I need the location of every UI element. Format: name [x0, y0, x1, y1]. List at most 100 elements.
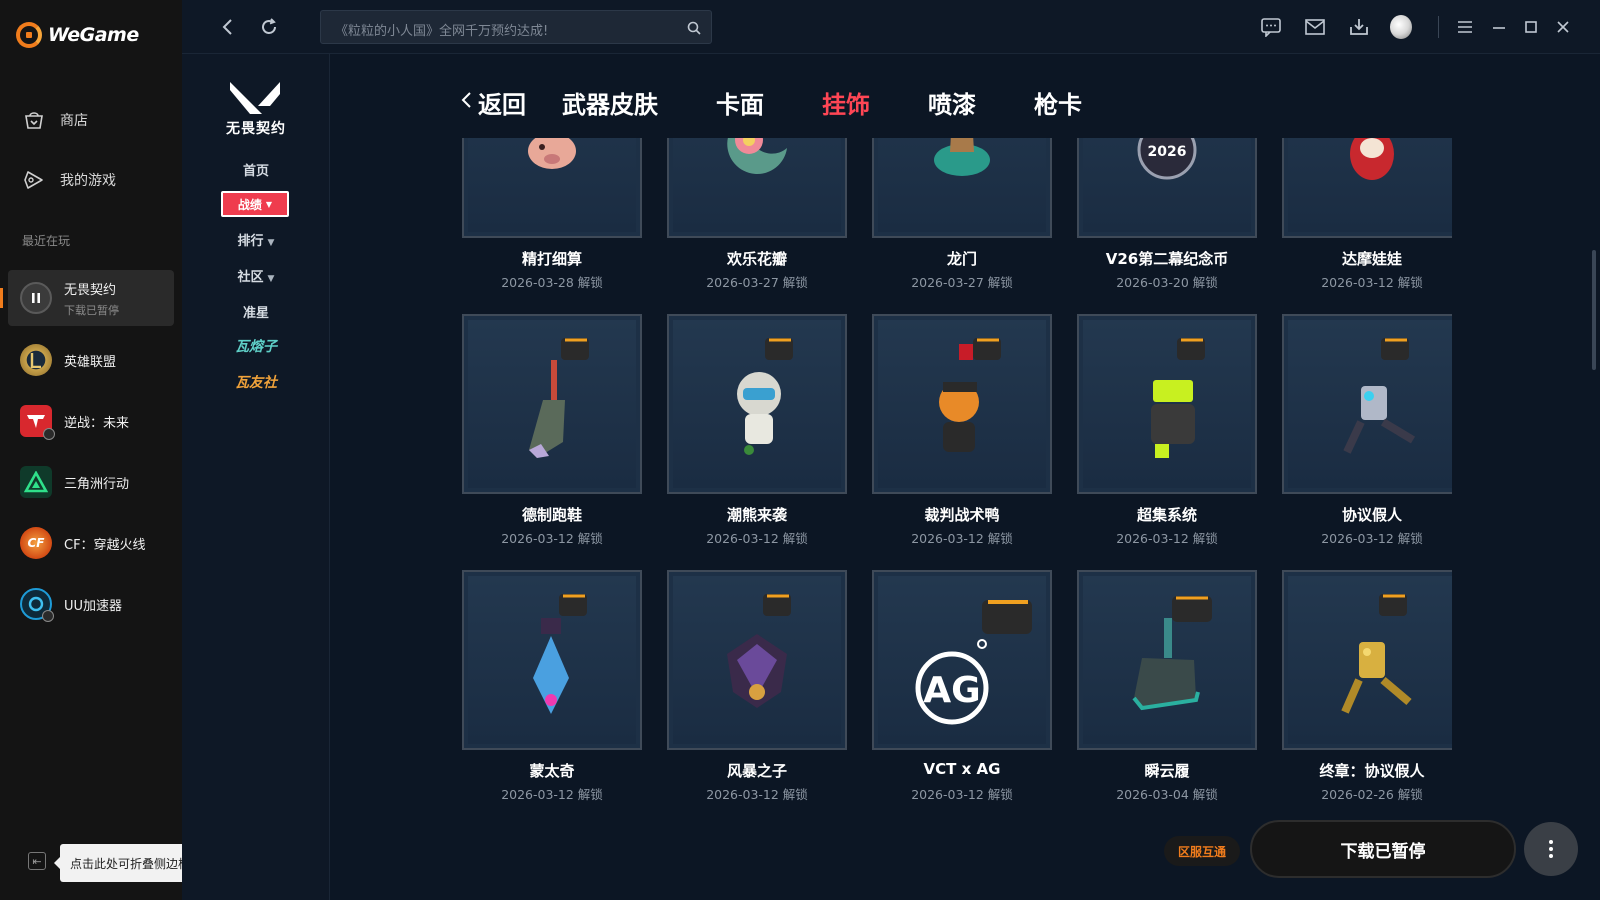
charm-card[interactable]: 2026 V26第二幕纪念币 2026-03-20 解锁	[1077, 138, 1257, 298]
more-options-icon[interactable]	[1524, 822, 1578, 876]
gold-dummy-charm-icon	[1317, 588, 1427, 732]
sidebar-item-my-games[interactable]: 我的游戏	[22, 168, 116, 192]
subnav-item-ranking[interactable]: 排行 ▼	[182, 230, 330, 249]
charm-thumbnail[interactable]	[462, 314, 642, 494]
recent-game-valorant[interactable]: 无畏契约 下载已暂停	[0, 270, 174, 326]
subnav-item-label: 准星	[242, 306, 269, 321]
subnav-item-home[interactable]: 首页	[182, 160, 330, 179]
charm-name: 超集系统	[1136, 506, 1197, 524]
search-icon[interactable]	[687, 20, 701, 35]
charm-thumbnail[interactable]	[1077, 570, 1257, 750]
tab-weapon-skins[interactable]: 武器皮肤	[562, 85, 658, 120]
avatar[interactable]	[1390, 15, 1412, 39]
charm-card[interactable]: AG VCT x AG 2026-03-12 解锁	[872, 570, 1052, 810]
subnav-badge-wayaozi[interactable]: 瓦熔子	[182, 336, 330, 356]
charm-thumbnail[interactable]	[1282, 314, 1452, 494]
maximize-icon[interactable]	[1520, 16, 1542, 38]
flower-moon-charm-icon	[717, 138, 797, 190]
charm-unlock-date: 2026-03-12 解锁	[501, 787, 603, 802]
svg-text:AG: AG	[923, 670, 980, 711]
charm-unlock-date: 2026-03-12 解锁	[1321, 531, 1423, 546]
charm-thumbnail[interactable]: 2026	[1077, 138, 1257, 238]
charm-card[interactable]: 德制跑鞋 2026-03-12 解锁	[462, 314, 642, 554]
chat-icon[interactable]	[1260, 16, 1282, 38]
collapse-sidebar-button[interactable]: ⇤	[28, 852, 46, 870]
charm-thumbnail[interactable]	[667, 138, 847, 238]
subnav-badge-wayoushe[interactable]: 瓦友社	[182, 372, 330, 392]
back-button[interactable]: 返回	[460, 85, 526, 120]
charm-name: 瞬云履	[1144, 762, 1190, 780]
charm-card[interactable]: 裁判战术鸭 2026-03-12 解锁	[872, 314, 1052, 554]
minimize-icon[interactable]	[1488, 16, 1510, 38]
charm-thumbnail[interactable]	[1077, 314, 1257, 494]
charm-card[interactable]: 龙门 2026-03-27 解锁	[872, 138, 1052, 298]
charm-card[interactable]: 潮熊来袭 2026-03-12 解锁	[667, 314, 847, 554]
download-manager-icon[interactable]	[1348, 16, 1370, 38]
search-input[interactable]: 《粒粒的小人国》全网千万预约达成!	[320, 10, 712, 44]
subnav-item-stats[interactable]: 战绩 ▼	[221, 191, 289, 217]
charm-card[interactable]: 协议假人 2026-03-12 解锁	[1282, 314, 1452, 554]
charm-thumbnail-bg	[1288, 320, 1452, 488]
charm-card[interactable]: 蒙太奇 2026-03-12 解锁	[462, 570, 642, 810]
recent-game-lol[interactable]: 英雄联盟	[8, 332, 174, 388]
tab-cards[interactable]: 卡面	[716, 85, 764, 120]
refresh-icon[interactable]	[258, 16, 280, 38]
charm-card[interactable]: 欢乐花瓣 2026-03-27 解锁	[667, 138, 847, 298]
close-icon[interactable]	[1552, 16, 1574, 38]
cf-icon: CF	[20, 527, 52, 559]
charm-thumbnail-bg	[468, 320, 636, 488]
menu-icon[interactable]	[1454, 16, 1476, 38]
charm-card[interactable]: 终章：协议假人 2026-02-26 解锁	[1282, 570, 1452, 810]
charm-card[interactable]: 风暴之子 2026-03-12 解锁	[667, 570, 847, 810]
charm-thumbnail[interactable]	[872, 314, 1052, 494]
recent-game-cf[interactable]: CF CF：穿越火线	[8, 515, 174, 571]
valorant-logo-icon[interactable]	[228, 76, 282, 116]
charm-thumbnail[interactable]	[1282, 570, 1452, 750]
charm-name: 精打细算	[521, 250, 582, 268]
charm-thumbnail[interactable]	[462, 138, 642, 238]
wegame-logo[interactable]: WeGame	[16, 22, 139, 48]
recent-game-uu[interactable]: UU加速器	[8, 576, 174, 632]
charm-unlock-date: 2026-03-12 解锁	[501, 531, 603, 546]
charm-card[interactable]: 达摩娃娃 2026-03-12 解锁	[1282, 138, 1452, 298]
game-title: 无畏契约	[226, 121, 286, 137]
charm-name: 欢乐花瓣	[726, 250, 787, 268]
pause-icon[interactable]	[20, 282, 52, 314]
duck-charm-icon	[907, 332, 1017, 476]
mail-icon[interactable]	[1304, 16, 1326, 38]
scrollbar-thumb[interactable]	[1592, 250, 1596, 370]
tab-charms[interactable]: 挂饰	[822, 85, 870, 120]
main-content: 返回 武器皮肤 卡面 挂饰 喷漆 枪卡 精打细算 2026-03-28 解锁 欢乐花…	[330, 54, 1600, 900]
charm-name: VCT x AG	[923, 760, 1001, 778]
tab-sprays[interactable]: 喷漆	[928, 85, 976, 120]
subnav-item-community[interactable]: 社区 ▼	[182, 266, 330, 285]
charm-unlock-date: 2026-03-27 解锁	[706, 275, 808, 290]
charm-thumbnail[interactable]	[667, 314, 847, 494]
charm-card[interactable]: 瞬云履 2026-03-04 解锁	[1077, 570, 1257, 810]
recent-game-nizhan[interactable]: 逆战：未来	[8, 393, 174, 449]
charm-card[interactable]: 超集系统 2026-03-12 解锁	[1077, 314, 1257, 554]
chevron-down-icon: ▼	[265, 199, 273, 209]
charm-unlock-date: 2026-03-27 解锁	[911, 275, 1013, 290]
download-paused-button[interactable]: 下载已暂停	[1250, 820, 1516, 878]
back-arrow-icon[interactable]	[216, 16, 238, 38]
charm-card[interactable]: 精打细算 2026-03-28 解锁	[462, 138, 642, 298]
recent-game-status: 下载已暂停	[64, 303, 119, 317]
charm-thumbnail[interactable]	[462, 570, 642, 750]
delta-icon	[20, 466, 52, 498]
charm-thumbnail[interactable]	[1282, 138, 1452, 238]
subnav-item-label: 社区	[237, 270, 264, 285]
charm-thumbnail[interactable]: AG	[872, 570, 1052, 750]
piggy-bank-charm-icon	[517, 138, 587, 185]
sidebar-item-label: 商店	[60, 113, 88, 129]
charm-thumbnail[interactable]	[872, 138, 1052, 238]
charm-thumbnail-bg	[673, 138, 841, 232]
recent-game-delta[interactable]: 三角洲行动	[8, 454, 174, 510]
charm-thumbnail[interactable]	[667, 570, 847, 750]
gamepad-icon	[22, 168, 46, 192]
recent-game-name: 三角洲行动	[64, 476, 130, 492]
sidebar-item-shop[interactable]: 商店	[22, 108, 88, 132]
charm-name: 蒙太奇	[529, 762, 575, 780]
tab-gun-cards[interactable]: 枪卡	[1034, 85, 1082, 120]
subnav-item-crosshair[interactable]: 准星	[182, 302, 330, 321]
